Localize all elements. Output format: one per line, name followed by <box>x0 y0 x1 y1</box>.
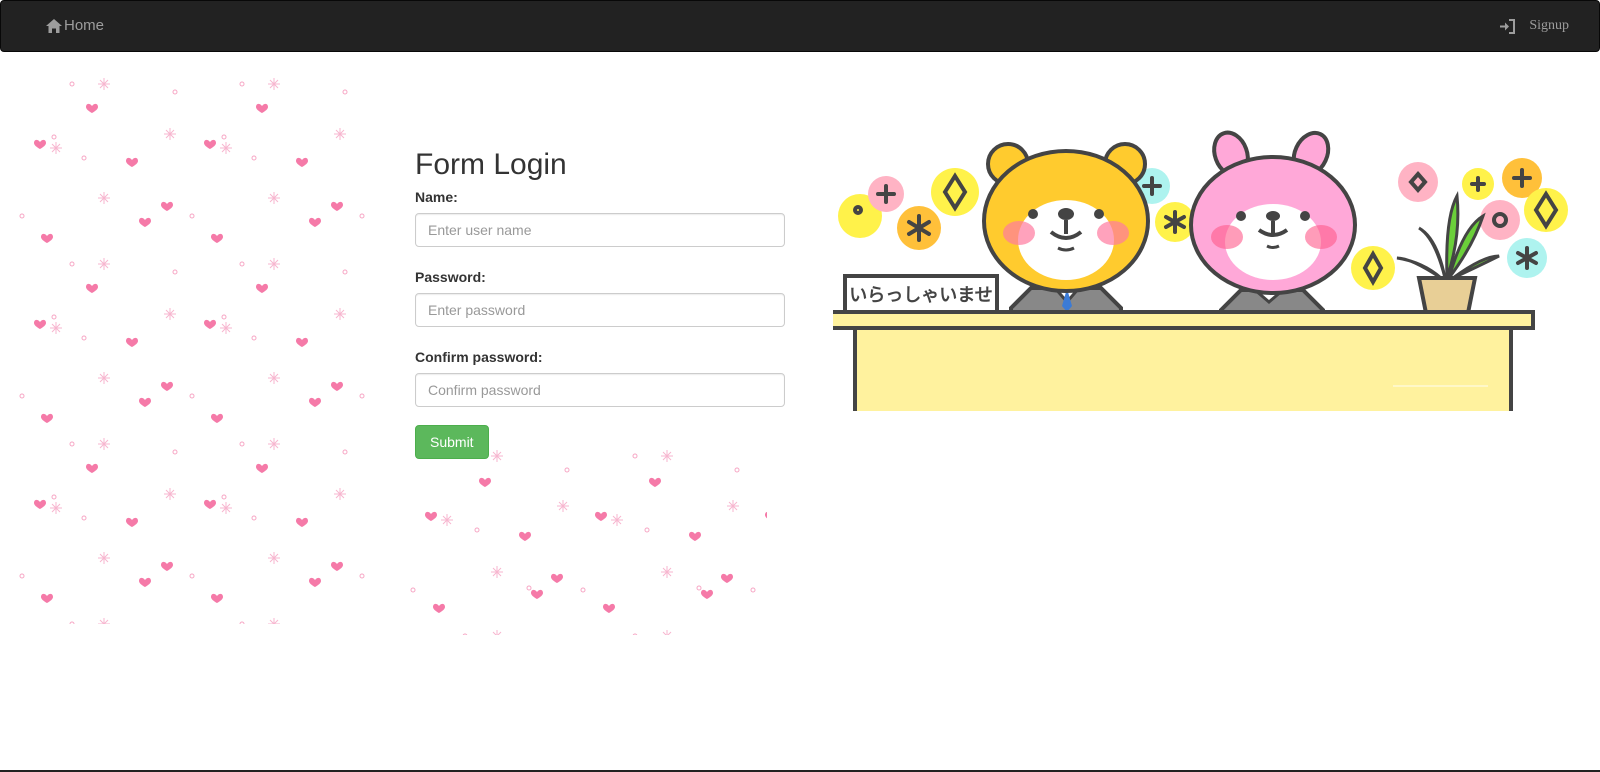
confirm-password-label: Confirm password: <box>415 349 543 365</box>
login-form: Form Login Name: Password: Confirm passw… <box>415 148 785 459</box>
log-in-icon <box>1500 18 1516 34</box>
reception-desk <box>817 310 1535 411</box>
form-title: Form Login <box>415 148 567 181</box>
welcome-illustration: いらっしゃいませ <box>817 128 1568 411</box>
password-input[interactable] <box>415 293 785 327</box>
bear-character <box>982 142 1150 320</box>
home-icon <box>46 18 62 33</box>
home-link[interactable]: Home <box>46 17 104 34</box>
top-navbar: Home Signup <box>0 0 1600 52</box>
name-input[interactable] <box>415 213 785 247</box>
confirm-password-input[interactable] <box>415 373 785 407</box>
heart-pattern-background <box>407 450 767 635</box>
rabbit-character <box>1189 130 1357 320</box>
signup-label: Signup <box>1529 18 1569 33</box>
heart-pattern-background <box>12 72 372 624</box>
plant-decoration <box>1396 191 1500 320</box>
password-label: Password: <box>415 269 486 285</box>
submit-button[interactable]: Submit <box>415 425 489 459</box>
welcome-sign: いらっしゃいませ <box>843 274 999 314</box>
sign-text: いらっしゃいませ <box>849 285 992 306</box>
signup-link[interactable]: Signup <box>1499 18 1569 34</box>
home-label: Home <box>64 17 105 34</box>
name-label: Name: <box>415 189 458 205</box>
